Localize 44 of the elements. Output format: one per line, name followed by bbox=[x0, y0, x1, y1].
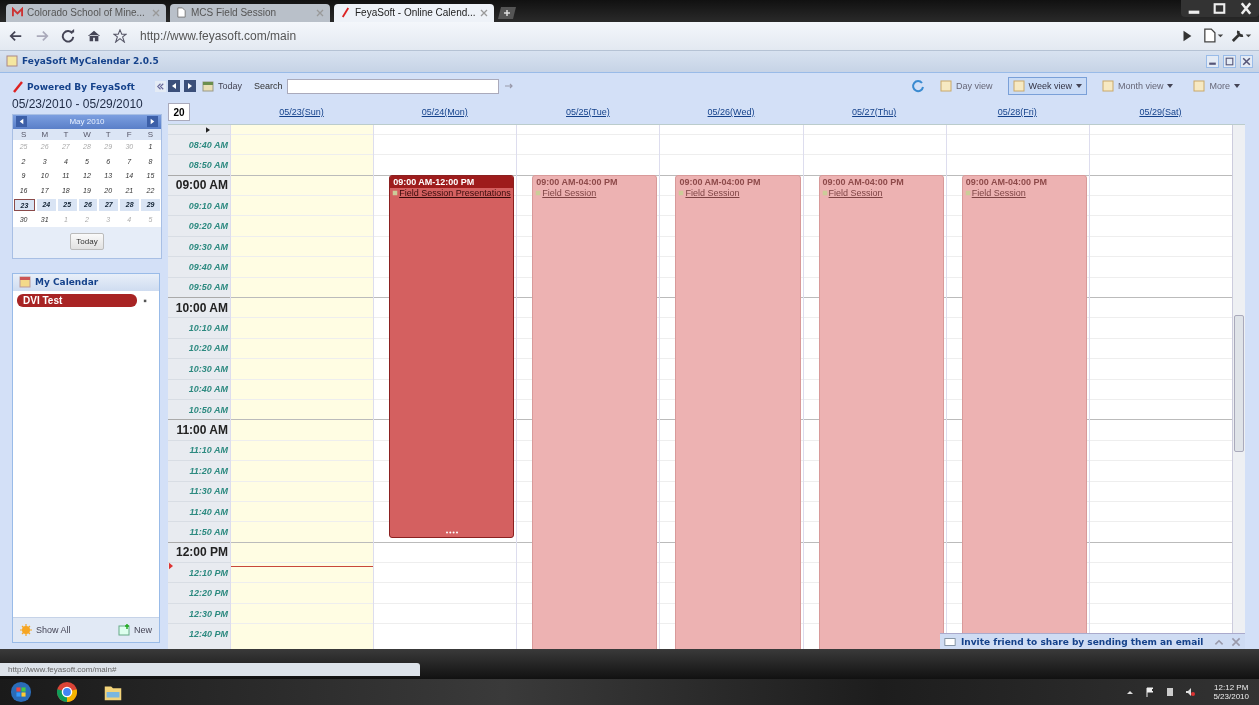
time-label: 11:40 AM bbox=[189, 506, 228, 517]
event-time: 09:00 AM-04:00 PM bbox=[821, 175, 905, 188]
event-time: 09:00 AM-12:00 PM bbox=[390, 175, 514, 188]
time-label: 11:10 AM bbox=[189, 445, 228, 456]
time-label: 09:20 AM bbox=[188, 221, 228, 232]
time-label: 12:00 PM bbox=[175, 545, 228, 560]
panel-title: My Calendar bbox=[35, 277, 99, 288]
event-time: 09:00 AM-04:00 PM bbox=[535, 175, 619, 188]
time-label: 10:10 AM bbox=[188, 323, 228, 334]
weekday-label: T bbox=[104, 129, 112, 139]
time-label: 10:20 AM bbox=[188, 343, 228, 354]
event-time: 09:00 AM-04:00 PM bbox=[964, 175, 1048, 188]
weekday-label: F bbox=[125, 129, 133, 139]
time-label: 09:40 AM bbox=[188, 261, 228, 272]
weekday-label: M bbox=[40, 129, 50, 139]
powered-by-label: Powered By FeyaSoft bbox=[27, 81, 135, 92]
time-label: 09:50 AM bbox=[188, 282, 228, 293]
status-url: http://www.feyasoft.com/main# bbox=[0, 663, 420, 677]
time-label: 10:30 AM bbox=[188, 363, 228, 374]
time-label: 10:50 AM bbox=[188, 404, 228, 415]
time-label: 08:50 AM bbox=[188, 159, 228, 170]
time-label: 12:10 PM bbox=[188, 567, 228, 578]
week-number: 20 bbox=[168, 102, 190, 121]
date-range: 05/23/2010 - 05/29/2010 bbox=[12, 95, 144, 113]
time-label: 12:20 PM bbox=[188, 588, 228, 599]
time-label: 11:50 AM bbox=[189, 527, 228, 537]
time-label: 11:20 AM bbox=[189, 465, 228, 476]
weekday-label: S bbox=[146, 129, 155, 139]
search-label: Search bbox=[254, 81, 283, 92]
time-label: 12:40 PM bbox=[188, 628, 228, 639]
weekday-label: T bbox=[62, 129, 70, 139]
time-label: 11:00 AM bbox=[176, 423, 228, 438]
time-label: 10:40 AM bbox=[188, 384, 228, 395]
weekday-label: W bbox=[82, 129, 92, 139]
time-label: 08:40 AM bbox=[188, 139, 228, 150]
event-time: 09:00 AM-04:00 PM bbox=[678, 175, 762, 188]
time-label: 09:10 AM bbox=[188, 200, 228, 211]
time-label: 10:00 AM bbox=[175, 300, 228, 315]
time-label: 09:00 AM bbox=[175, 178, 228, 193]
time-label: 11:30 AM bbox=[189, 486, 228, 497]
window-title: FeyaSoft MyCalendar 2.0.5 bbox=[22, 56, 159, 67]
time-label: 12:30 PM bbox=[188, 608, 228, 619]
time-label: 09:30 AM bbox=[188, 241, 228, 252]
weekday-label: S bbox=[19, 129, 28, 139]
